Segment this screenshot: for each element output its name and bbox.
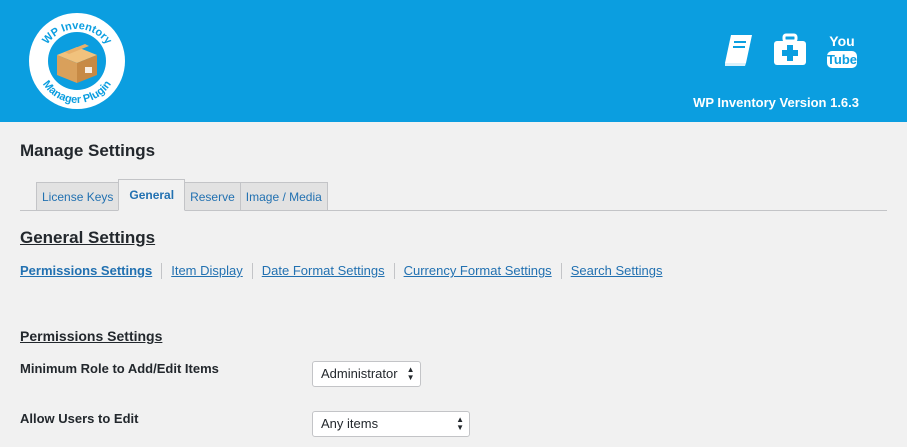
min-role-select[interactable]: Administrator ▲ ▼ — [312, 361, 421, 387]
select-arrows-icon: ▲ ▼ — [406, 365, 415, 382]
tab-reserve[interactable]: Reserve — [184, 182, 241, 210]
subnav-search-settings[interactable]: Search Settings — [560, 263, 672, 279]
first-aid-kit-icon[interactable] — [770, 30, 810, 70]
select-arrows-icon: ▲ ▼ — [456, 415, 464, 432]
allow-edit-label: Allow Users to Edit — [20, 411, 139, 426]
youtube-icon[interactable]: You Tube — [822, 30, 862, 70]
min-role-row: Minimum Role to Add/Edit Items Administr… — [20, 347, 887, 397]
subnav-item-display[interactable]: Item Display — [161, 263, 252, 279]
settings-subnav: Permissions Settings Item Display Date F… — [20, 263, 887, 279]
allow-edit-value: Any items — [321, 416, 379, 431]
permissions-settings-heading: Permissions Settings — [20, 328, 163, 344]
min-role-value: Administrator — [321, 366, 398, 381]
header-icon-group: You Tube — [718, 30, 874, 70]
allow-edit-select[interactable]: Any items ▲ ▼ — [312, 411, 470, 437]
header-banner: WP Inventory Manager Plugin You Tube WP … — [0, 0, 907, 122]
subnav-permissions-settings[interactable]: Permissions Settings — [20, 263, 161, 279]
subnav-currency-format-settings[interactable]: Currency Format Settings — [393, 263, 561, 279]
tab-image-media[interactable]: Image / Media — [239, 182, 328, 210]
youtube-label-bottom: Tube — [827, 52, 857, 67]
settings-tabs: License Keys General Reserve Image / Med… — [20, 178, 887, 211]
tab-general[interactable]: General — [118, 179, 186, 211]
allow-edit-row: Allow Users to Edit Any items ▲ ▼ — [20, 397, 887, 447]
youtube-label-top: You — [829, 33, 854, 49]
min-role-label: Minimum Role to Add/Edit Items — [20, 361, 219, 376]
wp-inventory-logo[interactable]: WP Inventory Manager Plugin — [27, 11, 127, 111]
book-icon[interactable] — [718, 30, 758, 70]
plugin-version: WP Inventory Version 1.6.3 — [693, 95, 859, 110]
subnav-date-format-settings[interactable]: Date Format Settings — [251, 263, 394, 279]
page-title: Manage Settings — [20, 141, 156, 160]
tab-license-keys[interactable]: License Keys — [36, 182, 120, 210]
general-settings-heading: General Settings — [20, 228, 156, 247]
settings-content: Manage Settings License Keys General Res… — [0, 140, 907, 447]
